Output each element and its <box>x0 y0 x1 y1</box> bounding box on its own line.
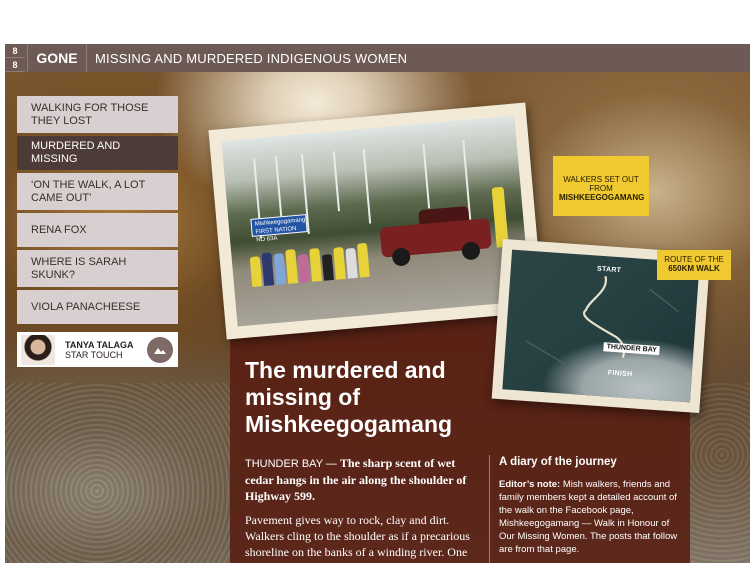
article-body: THUNDER BAY — The sharp scent of wet ced… <box>245 455 470 563</box>
nav-item-label: WHERE IS SARAH SKUNK? <box>31 255 127 281</box>
avatar <box>21 334 55 365</box>
article-headline: The murdered and missing of Mishkeegogam… <box>245 357 453 437</box>
author-byline[interactable]: TANYA TALAGA STAR TOUCH <box>17 332 178 367</box>
hero-background: WALKING FOR THOSE THEY LOST MURDERED AND… <box>5 72 750 563</box>
author-name: TANYA TALAGA <box>65 339 134 350</box>
gravel-texture-left <box>5 383 235 563</box>
section-title: MISSING AND MURDERED INDIGENOUS WOMEN <box>95 50 408 66</box>
publication-name: STAR TOUCH <box>65 349 123 360</box>
nav-item-label: RENA FOX <box>31 223 87 236</box>
editors-note-text: Mish walkers, friends and family members… <box>499 479 678 555</box>
nav-item-murdered-missing[interactable]: MURDERED AND MISSING <box>17 136 178 170</box>
section-header-bar: 8 8 GONE MISSING AND MURDERED INDIGENOUS… <box>5 44 750 72</box>
nav-item-label: VIOLA PANACHEESE <box>31 300 141 313</box>
diary-title: A diary of the journey <box>499 456 617 468</box>
nav-item-label: MURDERED AND MISSING <box>31 140 121 165</box>
article-paragraph: Pavement gives way to rock, clay and dir… <box>245 513 470 563</box>
group-of-walkers <box>249 236 382 288</box>
nav-item-rena-fox[interactable]: RENA FOX <box>17 213 178 247</box>
callout-route-distance: 650KM WALK <box>668 264 720 273</box>
walkers-photo: Mishkeegogamang FIRST NATION NO 63A <box>208 102 544 340</box>
nav-item-label: WALKING FOR THOSE THEY LOST <box>31 101 149 127</box>
diary-sidebar: A diary of the journey Editor’s note: Mi… <box>499 456 679 556</box>
walkers-photo-image: Mishkeegogamang FIRST NATION NO 63A <box>221 115 531 327</box>
editors-note: Editor’s note: Mish walkers, friends and… <box>499 478 679 556</box>
mail-icon[interactable] <box>147 336 173 363</box>
story-navigation: WALKING FOR THOSE THEY LOST MURDERED AND… <box>17 96 178 327</box>
nav-item-on-the-walk[interactable]: ‘ON THE WALK, A LOT CAME OUT’ <box>17 173 178 210</box>
callout-walkers-line2: FROM <box>589 184 613 193</box>
callout-route-line1: ROUTE OF THE <box>664 255 724 264</box>
route-callout: ROUTE OF THE 650KM WALK <box>657 250 731 280</box>
page-number-bottom: 8 <box>5 58 25 72</box>
column-divider <box>489 455 490 563</box>
section-name[interactable]: GONE <box>27 44 87 72</box>
callout-walkers-place: MISHKEEGOGAMANG <box>559 193 645 202</box>
nav-item-sarah-skunk[interactable]: WHERE IS SARAH SKUNK? <box>17 250 178 287</box>
nav-item-walking[interactable]: WALKING FOR THOSE THEY LOST <box>17 96 178 133</box>
author-names: TANYA TALAGA STAR TOUCH <box>65 340 147 360</box>
nav-item-viola-panacheese[interactable]: VIOLA PANACHEESE <box>17 290 178 324</box>
callout-walkers-line1: WALKERS SET OUT <box>563 175 639 184</box>
page-number: 8 8 <box>5 44 25 72</box>
dateline: THUNDER BAY — <box>245 458 337 470</box>
editors-note-label: Editor’s note: <box>499 479 561 490</box>
first-nation-sign: Mishkeegogamang FIRST NATION NO 63A <box>250 214 308 244</box>
walkers-callout: WALKERS SET OUT FROM MISHKEEGOGAMANG <box>553 156 649 216</box>
page-number-top: 8 <box>5 44 25 58</box>
nav-item-label: ‘ON THE WALK, A LOT CAME OUT’ <box>31 178 146 204</box>
truck <box>378 204 492 268</box>
